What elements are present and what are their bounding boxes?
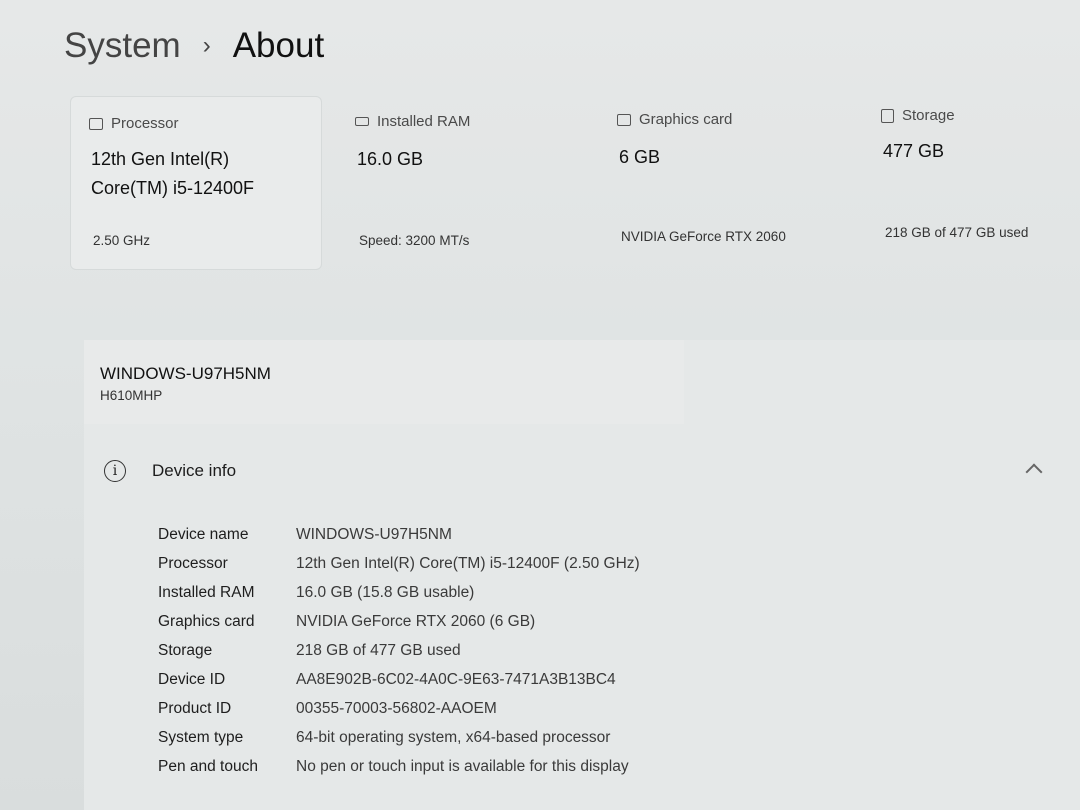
spec-cards: Processor 12th Gen Intel(R) Core(TM) i5-…: [70, 96, 1080, 272]
graphics-card-icon: [617, 113, 631, 126]
info-value: No pen or touch input is available for t…: [296, 757, 629, 775]
info-key: Storage: [158, 641, 213, 659]
info-key: Device ID: [158, 670, 226, 688]
device-info-header[interactable]: i Device info: [104, 460, 236, 482]
info-key: Device name: [158, 525, 249, 543]
ram-card-label: Installed RAM: [377, 113, 471, 130]
info-value: NVIDIA GeForce RTX 2060 (6 GB): [296, 612, 536, 630]
chevron-up-icon[interactable]: [1025, 463, 1043, 481]
chevron-right-icon: ›: [202, 32, 211, 59]
info-row-product-id: Product ID 00355-70003-56802-AAOEM: [158, 694, 958, 723]
info-key: Product ID: [158, 699, 232, 717]
device-info-table: Device name WINDOWS-U97H5NM Processor 12…: [158, 520, 958, 781]
processor-card-sub: 2.50 GHz: [93, 233, 151, 248]
device-info-title: Device info: [152, 461, 237, 480]
info-row-device-name: Device name WINDOWS-U97H5NM: [158, 520, 958, 549]
ram-card: Installed RAM 16.0 GB Speed: 3200 MT/s: [336, 96, 582, 270]
page-title: About: [232, 26, 325, 65]
info-value: 64-bit operating system, x64-based proce…: [296, 728, 611, 746]
processor-card-value: 12th Gen Intel(R) Core(TM) i5-12400F: [91, 149, 255, 198]
breadcrumb-system[interactable]: System: [64, 26, 181, 66]
info-value: 16.0 GB (15.8 GB usable): [296, 583, 475, 601]
ram-card-value: 16.0 GB: [357, 149, 424, 169]
device-model: H610MHP: [100, 388, 163, 403]
processor-card: Processor 12th Gen Intel(R) Core(TM) i5-…: [70, 96, 322, 270]
info-value: 218 GB of 477 GB used: [296, 641, 461, 659]
info-value: WINDOWS-U97H5NM: [296, 525, 452, 543]
processor-icon: [89, 117, 103, 130]
info-row-device-id: Device ID AA8E902B-6C02-4A0C-9E63-7471A3…: [158, 665, 958, 694]
graphics-card-value: 6 GB: [619, 147, 661, 167]
info-row-processor: Processor 12th Gen Intel(R) Core(TM) i5-…: [158, 549, 958, 578]
info-row-system-type: System type 64-bit operating system, x64…: [158, 723, 958, 752]
storage-card-label: Storage: [902, 107, 955, 124]
info-value: 12th Gen Intel(R) Core(TM) i5-12400F (2.…: [296, 554, 640, 572]
ram-card-sub: Speed: 3200 MT/s: [359, 233, 470, 248]
info-value: AA8E902B-6C02-4A0C-9E63-7471A3B13BC4: [296, 670, 616, 688]
info-icon: i: [104, 460, 126, 482]
info-key: Processor: [158, 554, 228, 572]
storage-card-value: 477 GB: [883, 141, 945, 161]
info-row-pen-and-touch: Pen and touch No pen or touch input is a…: [158, 752, 958, 781]
info-row-installed-ram: Installed RAM 16.0 GB (15.8 GB usable): [158, 578, 958, 607]
storage-card: Storage 477 GB 218 GB of 477 GB used: [862, 96, 1078, 270]
storage-card-sub: 218 GB of 477 GB used: [885, 225, 1029, 240]
breadcrumb: System › About: [64, 26, 324, 66]
graphics-card-label: Graphics card: [639, 111, 733, 128]
device-header: WINDOWS-U97H5NM H610MHP: [84, 340, 684, 424]
ram-icon: [355, 117, 369, 126]
info-row-storage: Storage 218 GB of 477 GB used: [158, 636, 958, 665]
info-key: System type: [158, 728, 244, 746]
device-panel: WINDOWS-U97H5NM H610MHP i Device info De…: [84, 340, 1080, 810]
info-value: 00355-70003-56802-AAOEM: [296, 699, 497, 717]
storage-icon: [881, 108, 894, 123]
device-name-title: WINDOWS-U97H5NM: [100, 364, 271, 383]
info-key: Pen and touch: [158, 757, 258, 775]
info-key: Installed RAM: [158, 583, 255, 601]
graphics-card-sub: NVIDIA GeForce RTX 2060: [621, 229, 786, 244]
info-row-graphics-card: Graphics card NVIDIA GeForce RTX 2060 (6…: [158, 607, 958, 636]
processor-card-label: Processor: [111, 115, 179, 132]
graphics-card: Graphics card 6 GB NVIDIA GeForce RTX 20…: [598, 96, 844, 270]
info-key: Graphics card: [158, 612, 255, 630]
